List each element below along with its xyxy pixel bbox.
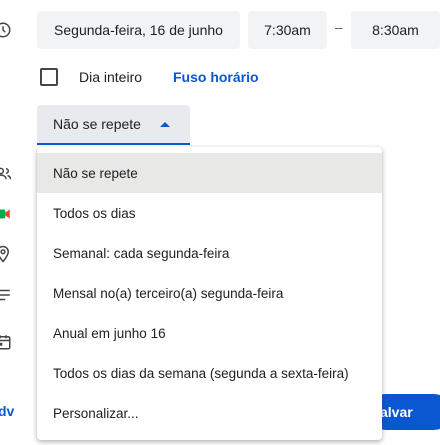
description-icon (0, 289, 10, 301)
repeat-option-monthly[interactable]: Mensal no(a) terceiro(a) segunda-feira (37, 273, 382, 313)
date-field[interactable]: Segunda-feira, 16 de junho (37, 11, 240, 49)
option-label: Todos os dias da semana (segunda a sexta… (53, 365, 349, 381)
date-value: Segunda-feira, 16 de junho (54, 22, 223, 38)
repeat-option-weekly[interactable]: Semanal: cada segunda-feira (37, 233, 382, 273)
start-time-field[interactable]: 7:30am (248, 11, 327, 49)
calendar-icon (0, 335, 11, 350)
repeat-option-none[interactable]: Não se repete (37, 153, 382, 193)
repeat-selected-value: Não se repete (53, 116, 141, 132)
people-icon (0, 167, 12, 180)
end-time-value: 8:30am (372, 22, 419, 38)
meet-icon (0, 209, 10, 219)
option-label: Semanal: cada segunda-feira (53, 245, 230, 261)
left-link[interactable]: dv (0, 403, 14, 419)
clock-icon (0, 22, 11, 38)
option-label: Todos os dias (53, 205, 136, 221)
repeat-option-weekdays[interactable]: Todos os dias da semana (segunda a sexta… (37, 353, 382, 393)
caret-up-icon (160, 122, 170, 127)
end-time-field[interactable]: 8:30am (351, 11, 440, 49)
repeat-option-daily[interactable]: Todos os dias (37, 193, 382, 233)
save-button-label: alvar (380, 404, 413, 420)
option-label: Anual em junho 16 (53, 325, 166, 341)
time-separator: – (335, 19, 343, 35)
repeat-option-yearly[interactable]: Anual em junho 16 (37, 313, 382, 353)
option-label: Personalizar... (53, 405, 139, 421)
repeat-option-custom[interactable]: Personalizar... (37, 393, 382, 433)
option-label: Mensal no(a) terceiro(a) segunda-feira (53, 285, 284, 301)
option-label: Não se repete (53, 165, 138, 181)
repeat-dropdown-menu: Não se repete Todos os dias Semanal: cad… (37, 147, 382, 440)
all-day-label: Dia inteiro (79, 69, 143, 85)
start-time-value: 7:30am (264, 22, 311, 38)
timezone-link[interactable]: Fuso horário (173, 69, 259, 85)
location-icon (0, 245, 10, 263)
all-day-checkbox[interactable] (40, 68, 58, 86)
